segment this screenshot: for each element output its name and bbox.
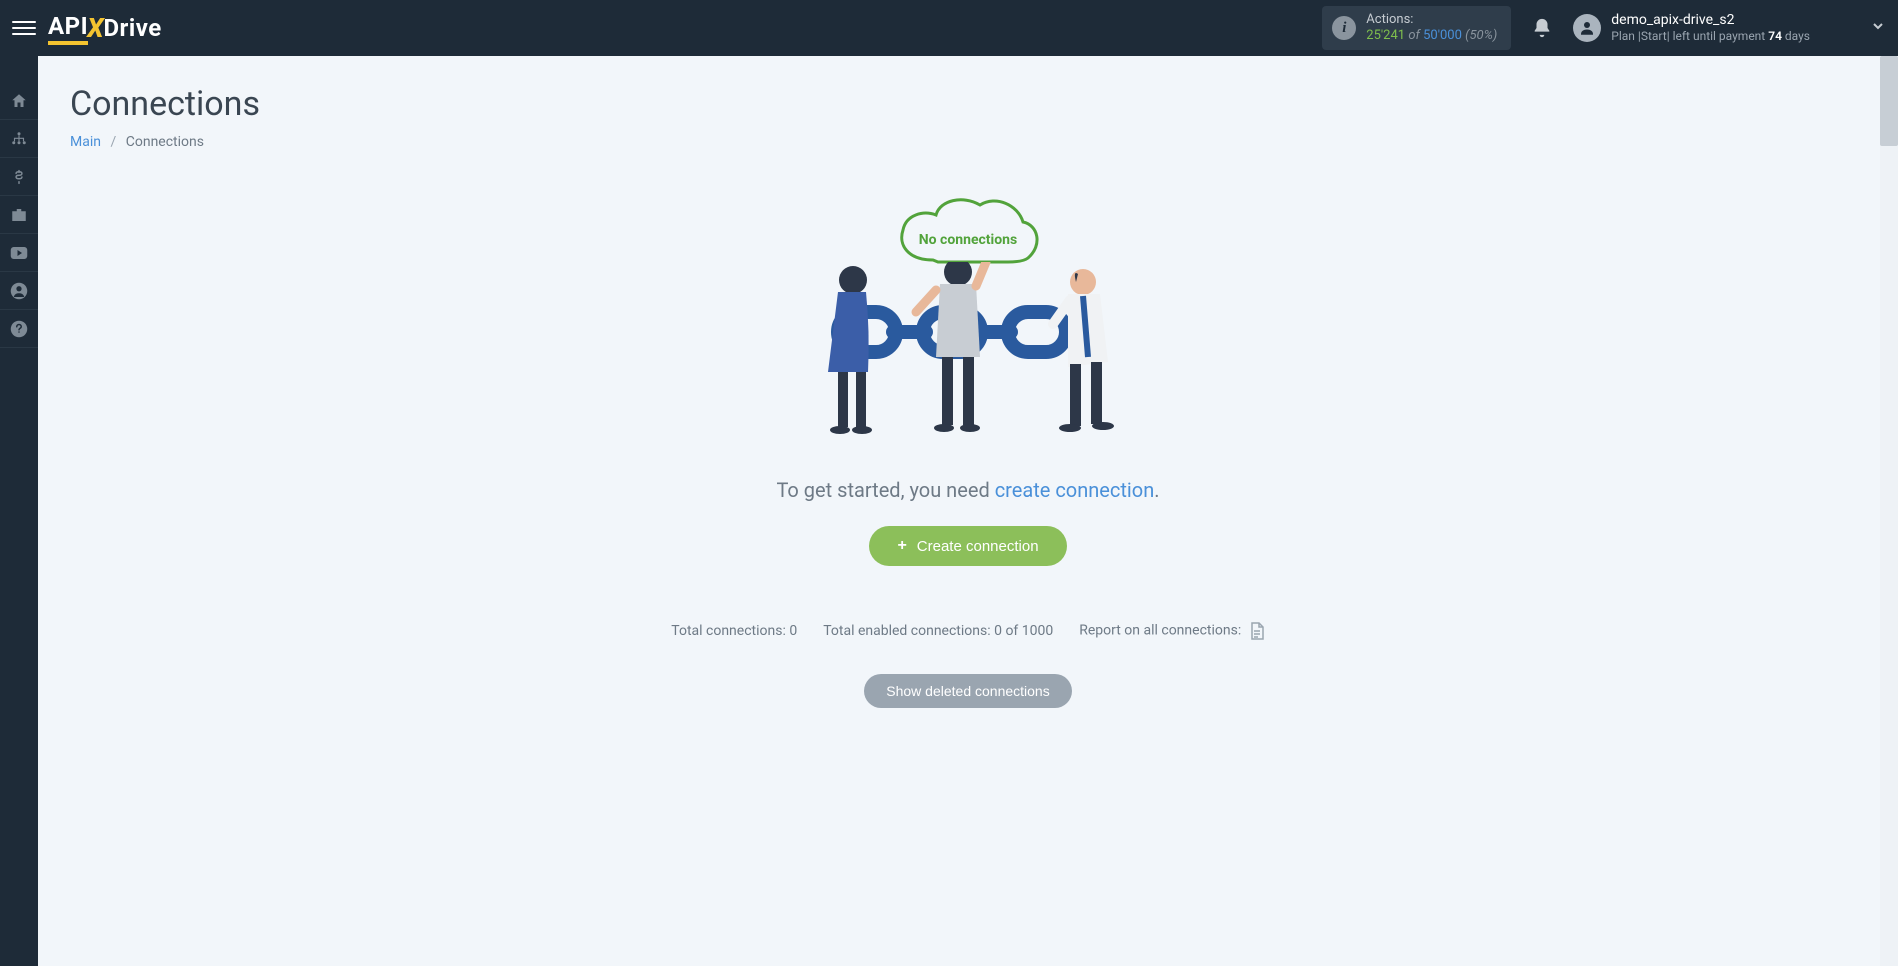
sidebar-item-help[interactable] [0, 310, 38, 348]
actions-of: of [1408, 28, 1423, 43]
logo-text-drive: Drive [103, 14, 161, 42]
actions-percent: (50%) [1465, 28, 1497, 43]
chevron-down-icon[interactable] [1870, 18, 1886, 38]
document-icon[interactable] [1249, 622, 1265, 640]
stat-report: Report on all connections: [1079, 622, 1264, 640]
create-connection-link[interactable]: create connection [995, 478, 1155, 502]
breadcrumb-sep: / [110, 134, 116, 150]
user-text: demo_apix-drive_s2 Plan |Start| left unt… [1611, 12, 1810, 43]
people-illustration [808, 262, 1128, 452]
bell-icon[interactable] [1531, 17, 1553, 39]
show-deleted-button[interactable]: Show deleted connections [864, 674, 1071, 708]
logo-text-api: API [48, 12, 88, 45]
scrollbar[interactable] [1880, 56, 1898, 966]
stats-row: Total connections: 0 Total enabled conne… [70, 622, 1866, 640]
create-button-label: Create connection [917, 538, 1039, 555]
stat-total-value: 0 [789, 623, 797, 639]
info-icon: i [1332, 16, 1356, 40]
topbar-right: i Actions: 25'241 of 50'000 (50%) demo_a… [1322, 6, 1886, 49]
sidebar-item-billing[interactable] [0, 158, 38, 196]
scrollbar-thumb[interactable] [1880, 56, 1898, 146]
empty-state: No connections [70, 190, 1866, 708]
stat-enabled-value: 0 of 1000 [994, 623, 1053, 639]
menu-toggle[interactable] [12, 16, 36, 40]
sidebar-item-home[interactable] [0, 82, 38, 120]
actions-counter[interactable]: i Actions: 25'241 of 50'000 (50%) [1322, 6, 1511, 49]
breadcrumb-current: Connections [126, 134, 204, 150]
empty-illustration: No connections [808, 190, 1128, 450]
topbar: APIXDrive i Actions: 25'241 of 50'000 (5… [0, 0, 1898, 56]
page-title: Connections [70, 84, 1866, 124]
actions-text: Actions: 25'241 of 50'000 (50%) [1366, 12, 1497, 43]
breadcrumb: Main / Connections [70, 134, 1866, 150]
sidebar-item-connections[interactable] [0, 120, 38, 158]
sidebar [0, 56, 38, 966]
actions-limit: 50'000 [1423, 28, 1462, 43]
sidebar-item-work[interactable] [0, 196, 38, 234]
user-name: demo_apix-drive_s2 [1611, 12, 1810, 29]
actions-values: 25'241 of 50'000 (50%) [1366, 28, 1497, 44]
sidebar-item-video[interactable] [0, 234, 38, 272]
stat-total: Total connections: 0 [671, 623, 797, 639]
avatar-icon [1573, 14, 1601, 42]
create-connection-button[interactable]: + Create connection [869, 526, 1066, 566]
actions-current: 25'241 [1366, 28, 1405, 43]
breadcrumb-root[interactable]: Main [70, 134, 101, 150]
user-menu[interactable]: demo_apix-drive_s2 Plan |Start| left unt… [1573, 12, 1810, 43]
plus-icon: + [897, 537, 906, 555]
logo-text-x: X [87, 13, 104, 44]
user-plan: Plan |Start| left until payment 74 days [1611, 29, 1810, 43]
main-content: Connections Main / Connections No connec… [38, 56, 1898, 966]
days-count: 74 [1768, 29, 1782, 43]
prompt-text: To get started, you need create connecti… [70, 478, 1866, 502]
sidebar-item-profile[interactable] [0, 272, 38, 310]
cloud-text: No connections [898, 232, 1038, 248]
actions-label: Actions: [1366, 12, 1497, 28]
stat-enabled: Total enabled connections: 0 of 1000 [823, 623, 1053, 639]
logo[interactable]: APIXDrive [48, 12, 162, 45]
